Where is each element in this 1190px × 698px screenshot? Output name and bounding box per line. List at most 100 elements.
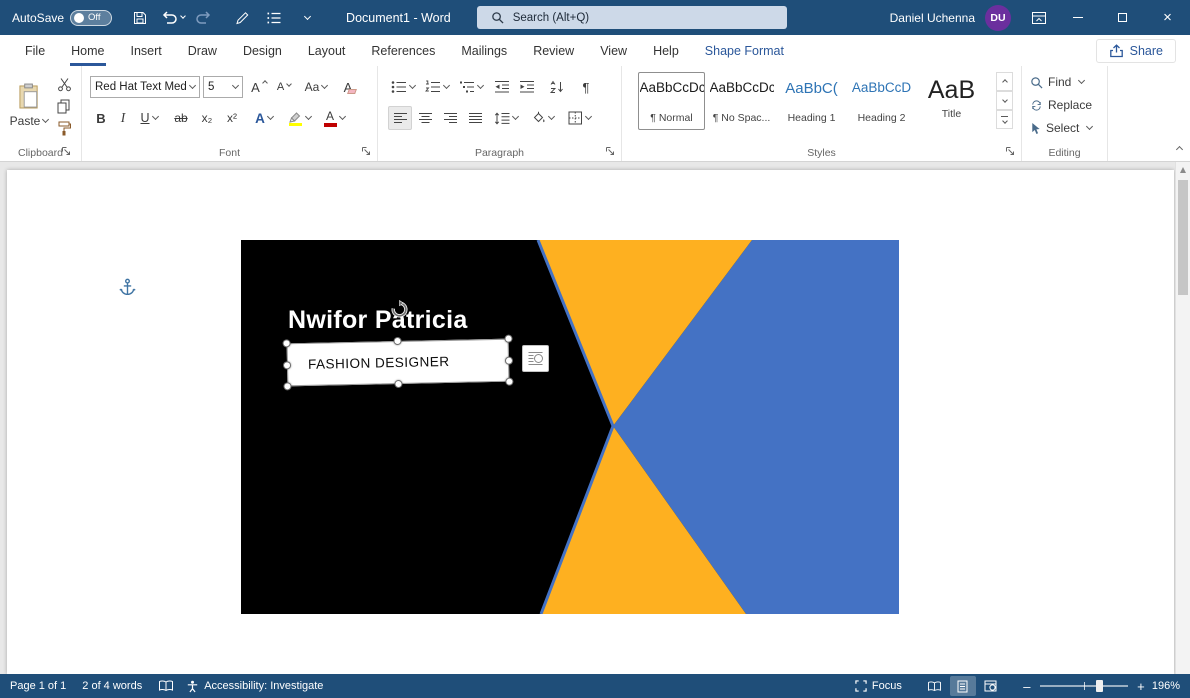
- search-input[interactable]: Search (Alt+Q): [477, 6, 787, 29]
- focus-mode-button[interactable]: Focus: [855, 680, 902, 692]
- style-heading-1[interactable]: AaBbC( Heading 1: [778, 72, 845, 130]
- shrink-font-button[interactable]: A: [272, 76, 296, 98]
- business-card-graphic[interactable]: Nwifor Patricia FASHION DESIGNER: [241, 240, 899, 614]
- tab-layout[interactable]: Layout: [295, 35, 359, 66]
- tab-references[interactable]: References: [358, 35, 448, 66]
- bullets-button[interactable]: [388, 76, 418, 98]
- replace-button[interactable]: Replace: [1030, 95, 1102, 115]
- style-normal[interactable]: AaBbCcDc ¶ Normal: [638, 72, 705, 130]
- format-painter-button[interactable]: [52, 118, 76, 138]
- tab-review[interactable]: Review: [520, 35, 587, 66]
- cut-button[interactable]: [52, 74, 76, 94]
- paragraph-dialog-launcher[interactable]: [605, 146, 615, 156]
- tab-draw[interactable]: Draw: [175, 35, 230, 66]
- tab-view[interactable]: View: [587, 35, 640, 66]
- font-dialog-launcher[interactable]: [361, 146, 371, 156]
- bold-button[interactable]: B: [90, 106, 112, 130]
- font-name-select[interactable]: Red Hat Text Med: [90, 76, 200, 98]
- line-spacing-button[interactable]: [491, 106, 521, 130]
- user-name[interactable]: Daniel Uchenna: [890, 11, 975, 25]
- vertical-scrollbar[interactable]: [1175, 162, 1190, 674]
- italic-button[interactable]: I: [113, 106, 133, 130]
- undo-button[interactable]: [158, 4, 186, 32]
- copy-button[interactable]: [52, 96, 76, 116]
- tab-design[interactable]: Design: [230, 35, 295, 66]
- card-role-text[interactable]: FASHION DESIGNER: [308, 341, 450, 385]
- customize-quick-access-button[interactable]: [292, 4, 320, 32]
- justify-button[interactable]: [463, 106, 487, 130]
- document-page[interactable]: Nwifor Patricia FASHION DESIGNER: [7, 170, 1174, 674]
- multilevel-list-button[interactable]: [456, 76, 486, 98]
- selection-handle[interactable]: [282, 339, 290, 347]
- strikethrough-button[interactable]: ab: [168, 106, 194, 130]
- tab-insert[interactable]: Insert: [118, 35, 175, 66]
- align-right-button[interactable]: [438, 106, 462, 130]
- gallery-scroll-down-button[interactable]: [996, 91, 1013, 110]
- autosave-control[interactable]: AutoSave Off: [12, 10, 112, 26]
- zoom-slider[interactable]: [1040, 685, 1128, 687]
- font-color-button[interactable]: A: [318, 106, 350, 130]
- selected-textbox[interactable]: FASHION DESIGNER: [287, 339, 510, 387]
- gallery-scroll-up-button[interactable]: [996, 72, 1013, 91]
- tab-shape-format[interactable]: Shape Format: [692, 35, 797, 66]
- tab-help[interactable]: Help: [640, 35, 692, 66]
- align-center-button[interactable]: [413, 106, 437, 130]
- style-no-spacing[interactable]: AaBbCcDc ¶ No Spac...: [708, 72, 775, 130]
- find-button[interactable]: Find: [1030, 72, 1102, 92]
- style-heading-2[interactable]: AaBbCcD Heading 2: [848, 72, 915, 130]
- tab-file[interactable]: File: [12, 35, 58, 66]
- numbering-button[interactable]: [422, 76, 452, 98]
- web-layout-button[interactable]: [978, 676, 1004, 696]
- scroll-up-arrow-icon[interactable]: [1180, 167, 1186, 173]
- selection-handle[interactable]: [505, 356, 513, 364]
- zoom-slider-thumb[interactable]: [1096, 680, 1103, 692]
- user-avatar[interactable]: DU: [985, 5, 1011, 31]
- close-button[interactable]: ×: [1145, 0, 1190, 35]
- share-button[interactable]: Share: [1096, 39, 1176, 63]
- maximize-button[interactable]: [1100, 0, 1145, 35]
- show-formatting-button[interactable]: ¶: [574, 76, 598, 98]
- proofing-status-button[interactable]: [158, 680, 174, 692]
- clipboard-dialog-launcher[interactable]: [61, 146, 71, 156]
- ribbon-display-options-button[interactable]: [1025, 4, 1053, 32]
- accessibility-status-button[interactable]: Accessibility: Investigate: [186, 680, 323, 693]
- read-mode-button[interactable]: [922, 676, 948, 696]
- card-name-text[interactable]: Nwifor Patricia: [288, 306, 468, 335]
- styles-dialog-launcher[interactable]: [1005, 146, 1015, 156]
- redo-button-disabled[interactable]: [190, 4, 218, 32]
- shading-button[interactable]: [525, 106, 559, 130]
- layout-options-button[interactable]: [522, 345, 549, 372]
- rotate-handle[interactable]: [390, 300, 409, 319]
- quick-access-list-button[interactable]: [260, 4, 288, 32]
- tab-mailings[interactable]: Mailings: [448, 35, 520, 66]
- grow-font-button[interactable]: A: [247, 76, 271, 98]
- increase-indent-button[interactable]: [515, 76, 539, 98]
- subscript-button[interactable]: x₂: [195, 106, 219, 130]
- minimize-button[interactable]: [1055, 0, 1100, 35]
- zoom-level[interactable]: 196%: [1152, 680, 1180, 692]
- save-button[interactable]: [126, 4, 154, 32]
- gallery-more-button[interactable]: [996, 110, 1013, 129]
- quick-access-pen-button[interactable]: [228, 4, 256, 32]
- paste-button[interactable]: Paste: [8, 72, 50, 138]
- font-size-select[interactable]: 5: [203, 76, 243, 98]
- select-button[interactable]: Select: [1030, 118, 1102, 138]
- print-layout-button[interactable]: [950, 676, 976, 696]
- tab-home[interactable]: Home: [58, 35, 117, 66]
- change-case-button[interactable]: Aa: [300, 76, 332, 98]
- autosave-toggle[interactable]: Off: [70, 10, 112, 26]
- collapse-ribbon-button[interactable]: [1174, 139, 1182, 157]
- text-highlight-button[interactable]: [282, 106, 316, 130]
- decrease-indent-button[interactable]: [490, 76, 514, 98]
- style-title[interactable]: AaB Title: [918, 72, 985, 130]
- align-left-button[interactable]: [388, 106, 412, 130]
- clear-formatting-button[interactable]: A: [336, 76, 364, 98]
- borders-button[interactable]: [562, 106, 596, 130]
- sort-button[interactable]: [543, 76, 571, 98]
- zoom-in-button[interactable]: +: [1134, 679, 1148, 694]
- document-canvas[interactable]: Nwifor Patricia FASHION DESIGNER: [0, 162, 1190, 674]
- zoom-out-button[interactable]: –: [1020, 679, 1034, 694]
- superscript-button[interactable]: x²: [220, 106, 244, 130]
- page-number-status[interactable]: Page 1 of 1: [10, 680, 66, 692]
- word-count-status[interactable]: 2 of 4 words: [82, 680, 142, 692]
